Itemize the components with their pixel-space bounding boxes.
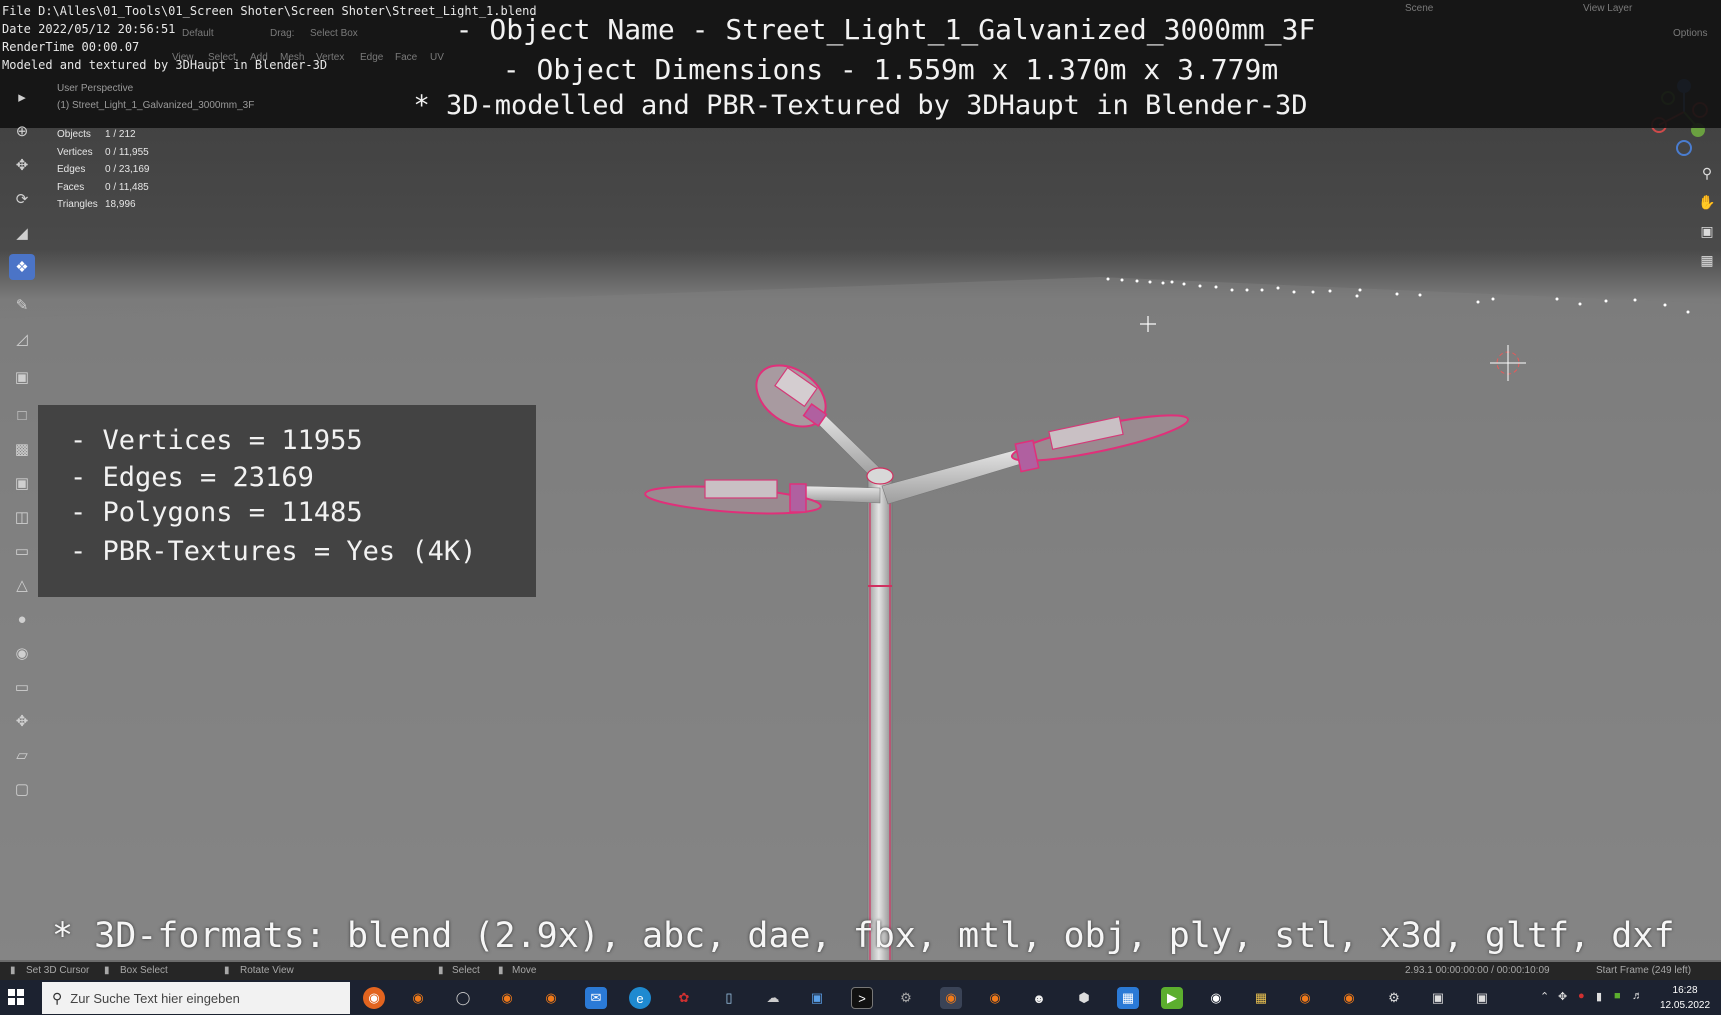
status-version-time: 2.93.1 00:00:00:00 / 00:00:10:09	[1405, 965, 1550, 976]
chrome-icon[interactable]: ◯	[452, 987, 474, 1009]
status-move: Move	[512, 965, 537, 976]
info-polygons: - Polygons = 11485	[70, 497, 363, 528]
app-tool-icon[interactable]: ⚙	[895, 987, 917, 1009]
blender-icon-4[interactable]: ◉	[984, 987, 1006, 1009]
scale-tool-icon[interactable]: ◢	[9, 220, 35, 246]
edge-browser-icon[interactable]: e	[629, 987, 651, 1009]
terminal-icon[interactable]: >	[851, 987, 873, 1009]
key-icon-2: ▮	[498, 965, 504, 976]
camera-icon[interactable]: ▣	[1696, 220, 1718, 242]
inset-tool-icon[interactable]: ▩	[9, 436, 35, 462]
nvidia-icon[interactable]: ▶	[1161, 987, 1183, 1009]
cube-app-icon[interactable]: ⬢	[1073, 987, 1095, 1009]
loop-cut-tool-icon[interactable]: ◫	[9, 504, 35, 530]
status-start-frame: Start Frame (249 left)	[1596, 965, 1692, 976]
blender-icon-3[interactable]: ◉	[540, 987, 562, 1009]
firefox-icon[interactable]: ◉	[363, 987, 385, 1009]
app-red-icon[interactable]: ✿	[673, 987, 695, 1009]
app-cloud-icon[interactable]: ☁	[762, 987, 784, 1009]
formats-caption: * 3D-formats: blend (2.9x), abc, dae, fb…	[52, 916, 1675, 956]
edge-slide-tool-icon[interactable]: ▭	[9, 674, 35, 700]
notepad-icon[interactable]: ▯	[718, 987, 740, 1009]
info-edges: - Edges = 23169	[70, 462, 314, 493]
obs-icon[interactable]: ◉	[1205, 987, 1227, 1009]
select-tool-icon[interactable]: ▸	[9, 84, 35, 110]
annotate-tool-icon[interactable]: ✎	[9, 292, 35, 318]
knife-tool-icon[interactable]: ▭	[9, 538, 35, 564]
blender-icon-active[interactable]: ◉	[940, 987, 962, 1009]
bevel-tool-icon[interactable]: ▣	[9, 470, 35, 496]
stat-objects: Objects 1 / 212	[57, 129, 136, 141]
calendar-icon[interactable]: ▦	[1117, 987, 1139, 1009]
tray-network-icon[interactable]: ✥	[1558, 990, 1567, 1003]
stat-edges: Edges 0 / 23,169	[57, 164, 150, 176]
modelled-by: * 3D-modelled and PBR-Textured by 3DHaup…	[413, 90, 1308, 121]
windows-start-icon[interactable]	[8, 989, 24, 1005]
tool-shelf: ▸ ⊕ ✥ ⟳ ◢ ❖ ✎ ◿ ▣ □ ▩ ▣ ◫ ▭ △ ● ◉ ▭ ✥ ▱ …	[4, 84, 42, 854]
headline-overlay: - Object Name - Street_Light_1_Galvanize…	[0, 10, 1721, 126]
windows-taskbar: ⚲ Zur Suche Text hier eingeben ◉ ◉ ◯ ◉ ◉…	[0, 980, 1721, 1015]
smooth-tool-icon[interactable]: ◉	[9, 640, 35, 666]
add-cube-tool-icon[interactable]: ▣	[9, 364, 35, 390]
zoom-icon[interactable]: ⚲	[1696, 162, 1718, 184]
status-select: Select	[452, 965, 480, 976]
object-name: - Object Name - Street_Light_1_Galvanize…	[455, 13, 1316, 46]
clock-time: 16:28	[1672, 985, 1698, 996]
mail-icon[interactable]: ✉	[585, 987, 607, 1009]
search-icon: ⚲	[52, 989, 63, 1006]
mesh-info-box: - Vertices = 11955 - Edges = 23169 - Pol…	[38, 405, 536, 597]
file-explorer-icon[interactable]: ▦	[1250, 987, 1272, 1009]
rotate-tool-icon[interactable]: ⟳	[9, 186, 35, 212]
transform-tool-icon[interactable]: ❖	[9, 254, 35, 280]
move-tool-icon[interactable]: ✥	[9, 152, 35, 178]
tray-chevron-icon[interactable]: ⌃	[1540, 990, 1549, 1003]
clock-date: 12.05.2022	[1660, 1000, 1711, 1011]
perspective-label: User Perspective	[57, 83, 134, 94]
stat-faces: Faces 0 / 11,485	[57, 181, 149, 193]
info-textures: - PBR-Textures = Yes (4K)	[70, 536, 477, 567]
scene-statistics: Objects 1 / 212 Vertices 0 / 11,955 Edges 0…	[57, 126, 149, 214]
settings-icon[interactable]: ⚙	[1383, 987, 1405, 1009]
extrude-tool-icon[interactable]: □	[9, 402, 35, 428]
status-bar: ▮ Set 3D Cursor ▮ Box Select ▮ Rotate Vi…	[0, 962, 1721, 980]
stat-vertices: Vertices 0 / 11,955	[57, 146, 149, 158]
poly-build-tool-icon[interactable]: △	[9, 572, 35, 598]
blender-icon-6[interactable]: ◉	[1338, 987, 1360, 1009]
object-dimensions: - Object Dimensions - 1.559m x 1.370m x …	[502, 53, 1279, 86]
search-placeholder: Zur Suche Text hier eingeben	[70, 990, 240, 1006]
active-object-label: (1) Street_Light_1_Galvanized_3000mm_3F	[57, 100, 255, 111]
blender-icon-1[interactable]: ◉	[407, 987, 429, 1009]
app-window-icon-2[interactable]: ▣	[1471, 987, 1493, 1009]
mouse-left-icon: ▮	[10, 965, 16, 976]
measure-tool-icon[interactable]: ◿	[9, 326, 35, 352]
viewport-label: User Perspective (1) Street_Light_1_Galv…	[57, 80, 254, 114]
shrink-tool-icon[interactable]: ✥	[9, 708, 35, 734]
taskbar-search-input[interactable]: ⚲ Zur Suche Text hier eingeben	[42, 982, 350, 1014]
mouse-right-icon: ▮	[224, 965, 230, 976]
tray-app-icon[interactable]: ●	[1578, 990, 1585, 1002]
pan-hand-icon[interactable]: ✋	[1696, 191, 1718, 213]
stat-triangles: Triangles 18,996	[57, 199, 136, 211]
status-rotate-view: Rotate View	[240, 965, 294, 976]
panda-icon[interactable]: ☻	[1028, 987, 1050, 1009]
mouse-middle-icon: ▮	[104, 965, 110, 976]
status-box-select: Box Select	[120, 965, 168, 976]
taskbar-clock[interactable]: 16:28 12.05.2022	[1660, 983, 1710, 1013]
store-icon[interactable]: ▣	[806, 987, 828, 1009]
ground-plane	[0, 277, 1721, 960]
rip-tool-icon[interactable]: ▢	[9, 776, 35, 802]
info-vertices: - Vertices = 11955	[70, 425, 363, 456]
blender-icon-5[interactable]: ◉	[1294, 987, 1316, 1009]
blender-icon-2[interactable]: ◉	[496, 987, 518, 1009]
tray-nvidia-icon[interactable]: ■	[1614, 990, 1621, 1002]
key-icon: ▮	[438, 965, 444, 976]
tray-volume-icon[interactable]: ♬	[1632, 990, 1643, 1002]
spin-tool-icon[interactable]: ●	[9, 606, 35, 632]
grid-view-icon[interactable]: ▦	[1696, 249, 1718, 271]
app-window-icon[interactable]: ▣	[1427, 987, 1449, 1009]
status-set-cursor: Set 3D Cursor	[26, 965, 90, 976]
shear-tool-icon[interactable]: ▱	[9, 742, 35, 768]
cursor-tool-icon[interactable]: ⊕	[9, 118, 35, 144]
tray-battery-icon[interactable]: ▮	[1596, 990, 1602, 1003]
